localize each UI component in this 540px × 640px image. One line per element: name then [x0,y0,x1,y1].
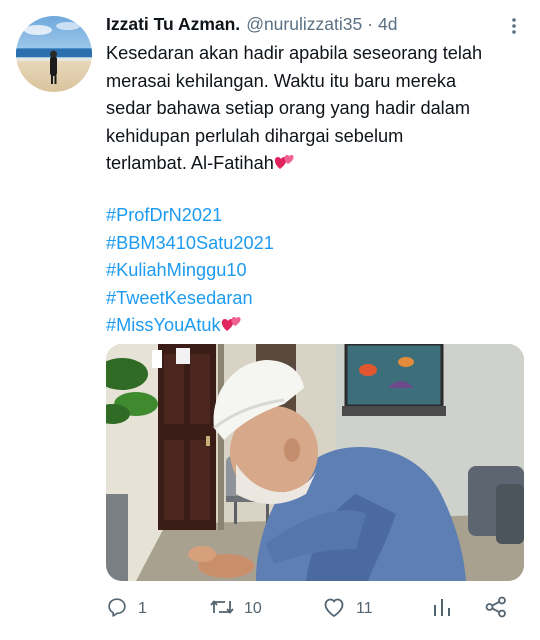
separator-dot: · [367,14,374,34]
hashtag-link[interactable]: #KuliahMinggu10 [106,257,526,285]
retweet-icon [210,596,234,623]
share-icon [484,596,508,623]
reply-count: 1 [138,600,147,617]
tweet-text-line: kehidupan perlulah dihargai sebelum [106,125,404,146]
tweet-action-bar: 1 10 11 [106,596,526,622]
tweet-photo[interactable] [106,344,524,581]
tweet-text-line: terlambat. Al-Fatihah [106,153,274,173]
analytics-button[interactable] [432,596,452,622]
author-handle[interactable]: @nurulizzati35 [246,14,362,35]
tweet-text-line: Kesedaran akan hadir apabila seseorang t… [106,43,483,63]
reply-button[interactable]: 1 [106,596,147,622]
hashtag-line-last: #MissYouAtuk [106,312,526,340]
tweet-text-line: sedar bahawa setiap orang yang hadir dal… [106,98,470,118]
more-options-icon[interactable] [504,16,524,36]
tweet-text: Kesedaran akan hadir apabila seseorang t… [106,40,526,178]
retweet-button[interactable]: 10 [210,596,262,622]
two-hearts-emoji [274,152,296,170]
avatar-photo [16,22,92,84]
reply-icon [106,596,128,623]
avatar[interactable] [16,16,92,92]
hashtag-link[interactable]: #BBM3410Satu2021 [106,230,526,258]
author-name[interactable]: Izzati Tu Azman. [106,14,240,35]
hashtag-link[interactable]: #MissYouAtuk [106,315,221,335]
like-button[interactable]: 11 [322,596,373,622]
tweet-timestamp[interactable]: 4d [378,14,397,35]
analytics-icon [432,596,452,623]
photo-elderly-man-praying [106,344,524,581]
tweet-header: Izzati Tu Azman. @nurulizzati35 · 4d [106,14,524,38]
hashtag-list: #ProfDrN2021 #BBM3410Satu2021 #KuliahMin… [106,202,526,340]
hashtag-link[interactable]: #TweetKesedaran [106,285,526,313]
share-button[interactable] [484,596,508,622]
like-count: 11 [356,600,373,617]
hashtag-link[interactable]: #ProfDrN2021 [106,202,526,230]
tweet-text-line: merasai kehilangan. Waktu itu baru merek… [106,70,457,91]
two-hearts-emoji [221,314,243,332]
tweet-text-line-last: terlambat. Al-Fatihah [106,150,526,178]
retweet-count: 10 [244,600,262,617]
like-icon [322,596,346,623]
